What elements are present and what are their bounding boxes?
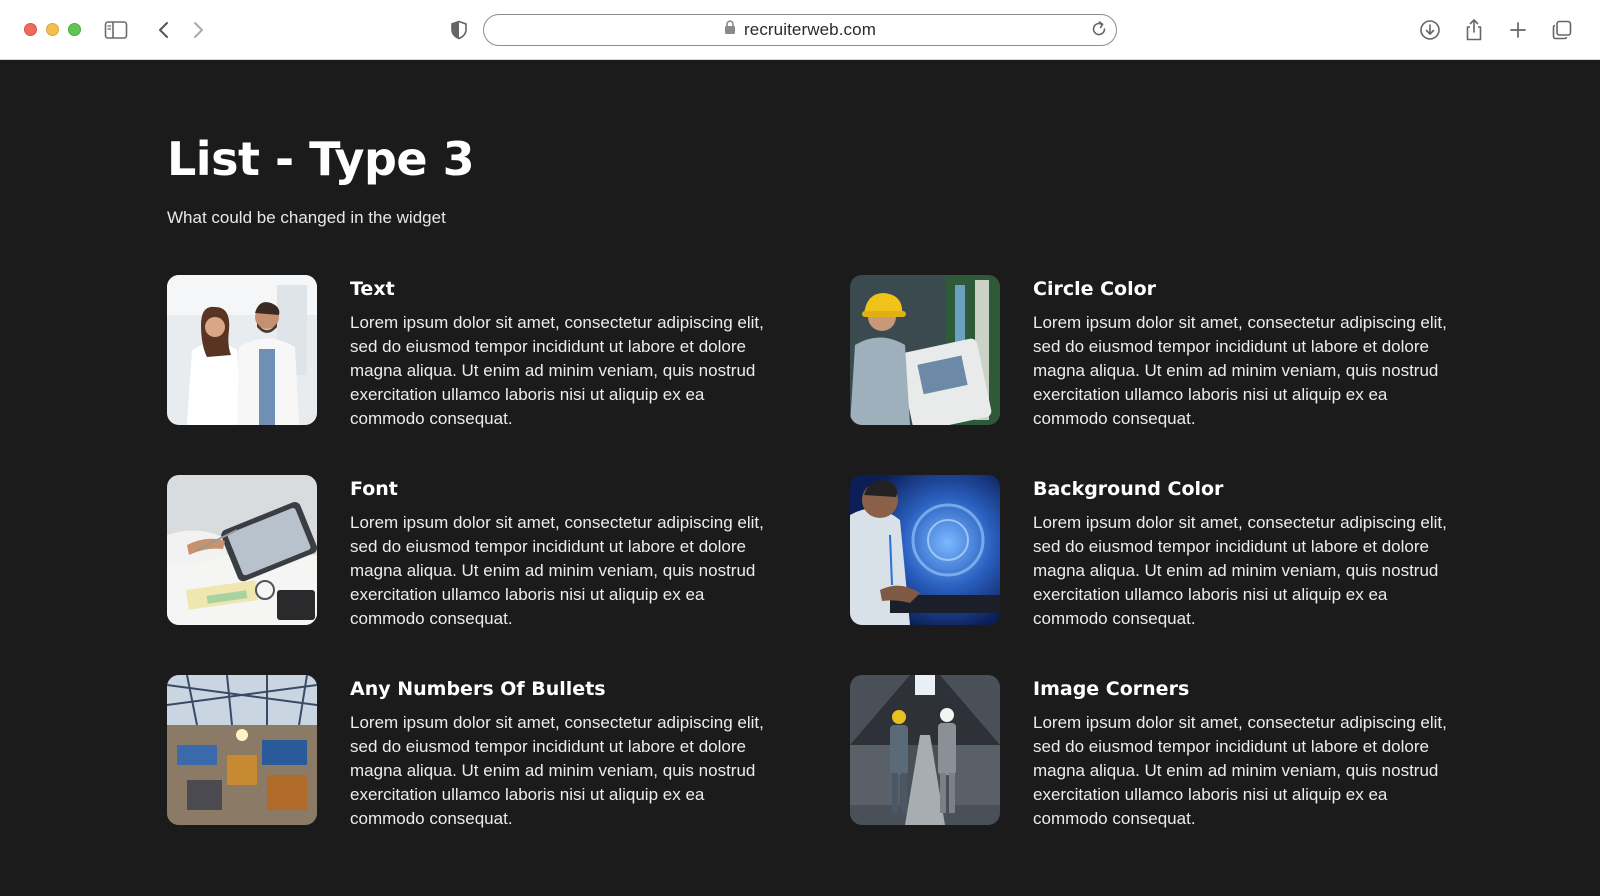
reload-icon[interactable] bbox=[1090, 20, 1108, 43]
item-image bbox=[850, 675, 1000, 825]
sidebar-icon[interactable] bbox=[104, 18, 128, 42]
zoom-window-button[interactable] bbox=[68, 23, 81, 36]
shield-icon[interactable] bbox=[447, 18, 471, 42]
item-title: Font bbox=[350, 478, 398, 500]
address-bar[interactable]: recruiterweb.com bbox=[483, 14, 1117, 46]
minimize-window-button[interactable] bbox=[46, 23, 59, 36]
share-icon[interactable] bbox=[1462, 18, 1486, 42]
item-description: Lorem ipsum dolor sit amet, consectetur … bbox=[350, 313, 764, 428]
page-subtitle: What could be changed in the widget bbox=[167, 208, 446, 227]
plus-icon[interactable] bbox=[1506, 18, 1530, 42]
list-item: Text Lorem ipsum dolor sit amet, consect… bbox=[167, 275, 767, 428]
url-text: recruiterweb.com bbox=[744, 20, 876, 39]
item-title: Circle Color bbox=[1033, 278, 1157, 300]
item-image bbox=[850, 275, 1000, 425]
list-item: Background Color Lorem ipsum dolor sit a… bbox=[850, 475, 1450, 628]
item-description: Lorem ipsum dolor sit amet, consectetur … bbox=[1033, 713, 1447, 828]
close-window-button[interactable] bbox=[24, 23, 37, 36]
item-image bbox=[167, 275, 317, 425]
list-item: Image Corners Lorem ipsum dolor sit amet… bbox=[850, 675, 1450, 828]
item-title: Background Color bbox=[1033, 478, 1224, 500]
item-title: Image Corners bbox=[1033, 678, 1190, 700]
item-title: Text bbox=[350, 278, 395, 300]
chevron-left-icon[interactable] bbox=[152, 18, 176, 42]
list-item: Font Lorem ipsum dolor sit amet, consect… bbox=[167, 475, 767, 628]
item-description: Lorem ipsum dolor sit amet, consectetur … bbox=[350, 713, 764, 828]
chevron-right-icon[interactable] bbox=[186, 18, 210, 42]
lock-icon bbox=[724, 20, 736, 40]
download-icon[interactable] bbox=[1418, 18, 1442, 42]
page-content: List - Type 3 What could be changed in t… bbox=[0, 60, 1600, 896]
item-image bbox=[850, 475, 1000, 625]
page-title: List - Type 3 bbox=[167, 132, 475, 186]
item-image bbox=[167, 475, 317, 625]
item-image bbox=[167, 675, 317, 825]
item-title: Any Numbers Of Bullets bbox=[350, 678, 606, 700]
item-description: Lorem ipsum dolor sit amet, consectetur … bbox=[1033, 313, 1447, 428]
browser-toolbar: recruiterweb.com bbox=[0, 0, 1600, 60]
item-description: Lorem ipsum dolor sit amet, consectetur … bbox=[1033, 513, 1447, 628]
tabs-overview-icon[interactable] bbox=[1550, 18, 1574, 42]
list-item: Circle Color Lorem ipsum dolor sit amet,… bbox=[850, 275, 1450, 428]
list-item: Any Numbers Of Bullets Lorem ipsum dolor… bbox=[167, 675, 767, 828]
item-description: Lorem ipsum dolor sit amet, consectetur … bbox=[350, 513, 764, 628]
